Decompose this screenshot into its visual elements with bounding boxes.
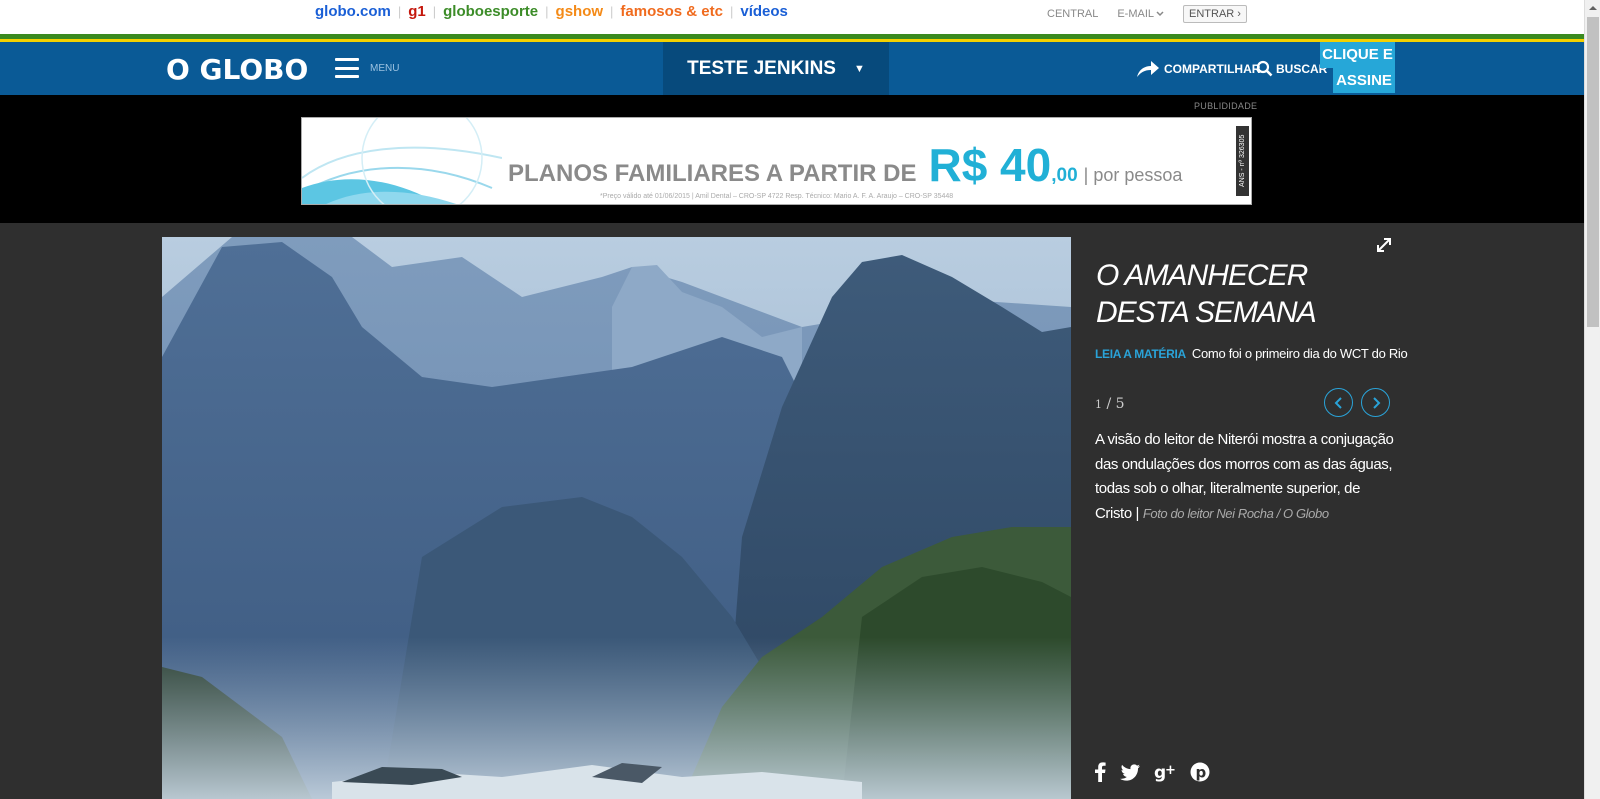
gallery-title: O AMANHECER DESTA SEMANA (1096, 259, 1317, 329)
separator: | (610, 4, 614, 19)
svg-text:+: + (1165, 763, 1176, 778)
search-button[interactable]: BUSCAR (1256, 60, 1327, 77)
share-label: COMPARTILHAR (1164, 62, 1261, 76)
link-globoesporte[interactable]: globoesporte (443, 3, 538, 20)
site-header: O GLOBO MENU TESTE JENKINS ▼ COMPARTILHA… (0, 42, 1584, 95)
link-globo-com[interactable]: globo.com (315, 3, 391, 20)
gallery-photo[interactable] (162, 237, 1071, 799)
scrollbar-thumb[interactable] (1587, 17, 1599, 327)
section-title: TESTE JENKINS (687, 57, 836, 79)
chevron-right-icon (1372, 396, 1380, 409)
photo-counter: 1 / 5 (1095, 396, 1125, 412)
ad-label: PUBLIDIDADE (1194, 101, 1258, 111)
site-logo[interactable]: O GLOBO (166, 53, 308, 86)
mountain-photo-image (162, 237, 1071, 799)
email-menu[interactable]: E-MAIL (1117, 8, 1164, 20)
social-share-bar: g + p (1094, 762, 1224, 782)
expand-icon[interactable] (1375, 236, 1393, 259)
ad-per-person: | por pessoa (1083, 165, 1183, 185)
caret-down-icon: ▼ (853, 62, 865, 75)
chevron-down-icon (1156, 11, 1164, 17)
twitter-icon[interactable] (1120, 763, 1140, 781)
separator: | (545, 4, 549, 19)
photo-counter-current: 1 (1095, 398, 1102, 411)
share-arrow-icon (1137, 61, 1159, 77)
page-scrollbar[interactable] (1584, 0, 1600, 799)
link-videos[interactable]: vídeos (740, 3, 788, 20)
read-article-link[interactable]: LEIA A MATÉRIA Como foi o primeiro dia d… (1095, 346, 1408, 361)
ad-price: R$ 40 (928, 139, 1052, 191)
separator: | (729, 4, 734, 19)
separator: | (432, 4, 437, 19)
email-label: E-MAIL (1117, 8, 1155, 20)
chevron-left-icon (1334, 396, 1342, 409)
subscribe-button[interactable]: CLIQUE E ASSINE (1320, 42, 1395, 95)
previous-photo-button[interactable] (1324, 388, 1353, 417)
ad-headline: PLANOS FAMILIARES A PARTIR DE R$ 40 ,00 … (508, 138, 1182, 192)
ad-swirl-graphic (302, 118, 502, 204)
photo-credit: Foto do leitor Nei Rocha / O Globo (1142, 505, 1329, 521)
facebook-icon[interactable] (1094, 762, 1106, 782)
pinterest-icon[interactable]: p (1190, 762, 1210, 782)
hamburger-icon (335, 58, 359, 78)
separator: | (397, 4, 402, 19)
link-gshow[interactable]: gshow (556, 3, 604, 20)
login-button[interactable]: ENTRAR › (1183, 5, 1247, 23)
global-links: globo.com | g1 | globoesporte | gshow | … (315, 3, 788, 20)
ad-fine-print: *Preço válido até 01/06/2015 | Amil Dent… (600, 193, 954, 200)
ad-price-cents: ,00 (1051, 165, 1078, 186)
subscribe-line-2: ASSINE (1333, 68, 1395, 93)
scroll-up-arrow-icon[interactable] (1585, 0, 1600, 16)
svg-text:p: p (1196, 764, 1207, 782)
photo-caption: A visão do leitor de Niterói mostra a co… (1095, 428, 1395, 526)
account-links: CENTRAL E-MAIL ENTRAR › (1047, 5, 1247, 23)
google-plus-icon[interactable]: g + (1154, 762, 1176, 782)
link-famosos[interactable]: famosos & etc (620, 3, 723, 20)
next-photo-button[interactable] (1361, 388, 1390, 417)
search-icon (1256, 60, 1273, 77)
link-g1[interactable]: g1 (408, 3, 426, 20)
global-bar: globo.com | g1 | globoesporte | gshow | … (0, 0, 1584, 34)
section-dropdown[interactable]: TESTE JENKINS ▼ (663, 42, 889, 95)
central-link[interactable]: CENTRAL (1047, 8, 1098, 20)
read-article-label: LEIA A MATÉRIA (1095, 347, 1186, 361)
menu-label: MENU (370, 62, 400, 74)
ad-headline-text: PLANOS FAMILIARES A PARTIR DE (508, 160, 917, 187)
share-button[interactable]: COMPARTILHAR (1136, 60, 1260, 78)
ad-banner[interactable]: PLANOS FAMILIARES A PARTIR DE R$ 40 ,00 … (301, 117, 1252, 205)
read-article-title: Como foi o primeiro dia do WCT do Rio (1191, 346, 1408, 361)
subscribe-line-1: CLIQUE E (1320, 42, 1395, 68)
menu-button[interactable]: MENU (335, 58, 399, 78)
ad-zone: PUBLIDIDADE PLANOS FAMILIARES A PARTIR D… (0, 95, 1584, 223)
photo-counter-total: / 5 (1106, 396, 1125, 412)
ad-ans-badge: ANS - nº 326305 (1236, 126, 1249, 196)
